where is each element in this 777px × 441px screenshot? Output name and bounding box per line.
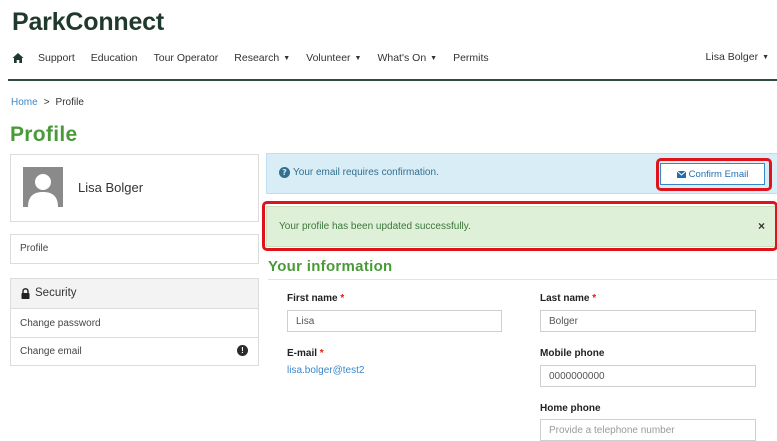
mobile-phone-input[interactable]: 0000000000 bbox=[540, 365, 756, 387]
last-name-input[interactable]: Bolger bbox=[540, 310, 756, 332]
nav-permits-label: Permits bbox=[453, 52, 489, 64]
last-name-value: Bolger bbox=[549, 315, 578, 327]
highlight-box-confirm-email bbox=[656, 158, 772, 191]
last-name-label: Last name * bbox=[540, 293, 596, 304]
nav-volunteer-label: Volunteer bbox=[306, 52, 351, 64]
nav-whats-on-label: What's On bbox=[377, 52, 427, 64]
security-title-label: Security bbox=[35, 287, 77, 299]
question-circle-icon: ? bbox=[279, 167, 290, 178]
email-label-text: E-mail bbox=[287, 348, 318, 359]
mobile-phone-label: Mobile phone bbox=[540, 348, 605, 359]
breadcrumb-current: Profile bbox=[55, 97, 84, 108]
email-label: E-mail * bbox=[287, 348, 324, 359]
breadcrumb-separator: > bbox=[43, 97, 50, 108]
caret-down-icon: ▼ bbox=[430, 55, 438, 62]
caret-down-icon: ▼ bbox=[283, 55, 291, 62]
page-title: Profile bbox=[10, 123, 78, 146]
breadcrumb-home-link[interactable]: Home bbox=[11, 97, 38, 108]
required-mark: * bbox=[592, 293, 597, 304]
nav-divider bbox=[8, 79, 777, 81]
nav-research[interactable]: Research ▼ bbox=[234, 52, 290, 64]
avatar-icon bbox=[23, 167, 63, 207]
mobile-phone-value: 0000000000 bbox=[549, 370, 605, 382]
profile-card: Lisa Bolger bbox=[10, 154, 259, 222]
nav-permits[interactable]: Permits bbox=[453, 52, 489, 64]
sidebar-item-profile-label: Profile bbox=[20, 243, 49, 254]
home-icon[interactable] bbox=[12, 52, 24, 64]
section-divider bbox=[268, 279, 777, 280]
exclamation-icon: ! bbox=[237, 345, 248, 356]
required-mark: * bbox=[340, 293, 345, 304]
change-password-label: Change password bbox=[20, 318, 101, 329]
nav-volunteer[interactable]: Volunteer ▼ bbox=[306, 52, 361, 64]
sidebar-item-profile[interactable]: Profile bbox=[10, 234, 259, 264]
section-title-your-information: Your information bbox=[268, 258, 393, 275]
required-mark: * bbox=[319, 348, 324, 359]
nav-support[interactable]: Support bbox=[38, 52, 75, 64]
brand-logo-text[interactable]: ParkConnect bbox=[12, 8, 164, 37]
nav-whats-on[interactable]: What's On ▼ bbox=[377, 52, 437, 64]
last-name-label-text: Last name bbox=[540, 293, 590, 304]
lock-icon bbox=[21, 287, 30, 299]
caret-down-icon: ▼ bbox=[762, 54, 769, 61]
breadcrumb: Home > Profile bbox=[11, 97, 84, 108]
highlight-box-success-alert bbox=[262, 201, 777, 251]
home-phone-label: Home phone bbox=[540, 403, 601, 414]
sidebar-item-change-email[interactable]: Change email ! bbox=[11, 337, 258, 365]
security-panel: Security Change password Change email ! bbox=[10, 278, 259, 366]
info-alert-text: Your email requires confirmation. bbox=[293, 167, 439, 178]
home-phone-input[interactable]: Provide a telephone number bbox=[540, 419, 756, 441]
nav-tour-operator[interactable]: Tour Operator bbox=[153, 52, 218, 64]
profile-name: Lisa Bolger bbox=[78, 180, 144, 195]
email-value-link[interactable]: lisa.bolger@test2 bbox=[287, 365, 364, 376]
user-menu[interactable]: Lisa Bolger ▼ bbox=[706, 51, 769, 63]
nav-education-label: Education bbox=[90, 52, 138, 64]
nav-tour-operator-label: Tour Operator bbox=[153, 52, 219, 64]
info-alert-message: ? Your email requires confirmation. bbox=[279, 167, 439, 178]
security-title: Security bbox=[20, 287, 77, 299]
first-name-value: Lisa bbox=[296, 315, 315, 327]
caret-down-icon: ▼ bbox=[354, 55, 362, 62]
main-nav: Support Education Tour Operator Research… bbox=[12, 51, 505, 65]
first-name-input[interactable]: Lisa bbox=[287, 310, 502, 332]
change-email-label: Change email bbox=[20, 346, 82, 357]
first-name-label: First name * bbox=[287, 293, 344, 304]
sidebar-item-change-password[interactable]: Change password bbox=[11, 309, 258, 338]
user-menu-label: Lisa Bolger bbox=[705, 51, 759, 63]
first-name-label-text: First name bbox=[287, 293, 338, 304]
nav-research-label: Research bbox=[234, 52, 280, 64]
nav-education[interactable]: Education bbox=[91, 52, 138, 64]
nav-support-label: Support bbox=[38, 52, 75, 64]
security-header: Security bbox=[11, 279, 258, 309]
